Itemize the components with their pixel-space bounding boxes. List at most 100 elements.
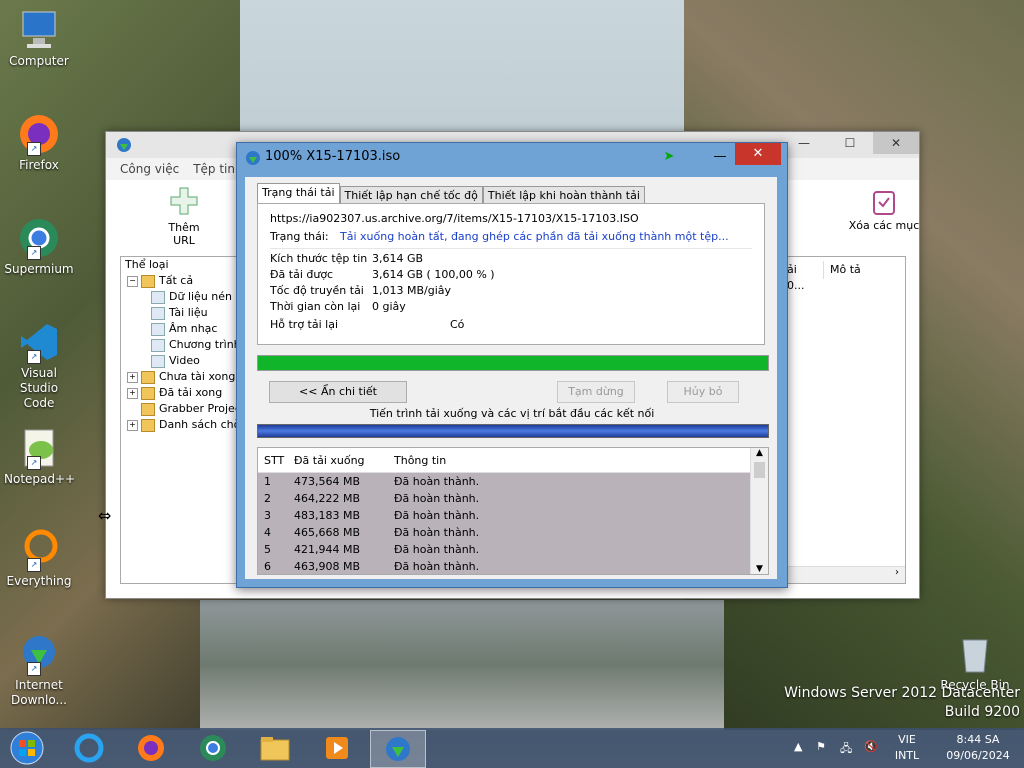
connections-bar <box>257 424 769 438</box>
keyboard-layout: INTL <box>894 749 920 762</box>
action-center-flag-icon[interactable]: ⚑ <box>816 740 826 753</box>
table-row[interactable]: 5 421,944 MB Đã hoàn thành. <box>258 541 768 558</box>
tree-item[interactable]: − Tất cả <box>121 273 241 289</box>
hide-details-button[interactable]: << Ẩn chi tiết <box>269 381 407 403</box>
expand-icon[interactable]: + <box>127 371 138 383</box>
info-value-file-size: 3,614 GB <box>372 252 424 265</box>
divider <box>270 248 752 249</box>
delete-entries-label: Xóa các mục <box>848 219 920 232</box>
taskbar-firefox[interactable] <box>124 730 178 766</box>
table-row[interactable]: 6 463,908 MB Đã hoàn thành. <box>258 558 768 574</box>
expand-icon[interactable]: + <box>127 419 138 431</box>
start-button[interactable] <box>0 730 54 766</box>
expand-icon[interactable]: + <box>127 387 138 399</box>
table-row[interactable]: 2 464,222 MB Đã hoàn thành. <box>258 490 768 507</box>
info-label-resume: Hỗ trợ tải lại <box>270 318 339 331</box>
desktop-icon-label: Firefox <box>19 158 59 172</box>
scroll-up-icon[interactable]: ▲ <box>751 448 768 462</box>
desktop-icon-supermium[interactable]: ↗ Supermium <box>4 216 74 277</box>
desktop-icon-notepadpp[interactable]: ↗ Notepad++ <box>4 426 75 487</box>
clock[interactable]: 8:44 SA 09/06/2024 <box>940 733 1016 762</box>
tree-item[interactable]: + Danh sách chờ <box>121 417 241 433</box>
table-cell: 463,908 MB <box>294 560 361 573</box>
vertical-scrollbar[interactable]: ▲ ▼ <box>750 448 768 574</box>
tree-item[interactable]: Âm nhạc <box>121 321 241 337</box>
minimize-button[interactable]: — <box>707 143 733 171</box>
menu-item-file[interactable]: Tệp tin <box>193 162 235 176</box>
folder-icon <box>141 418 155 432</box>
tree-item-label: Video <box>169 354 200 367</box>
tree-item[interactable]: + Đã tải xong <box>121 385 241 401</box>
tab-download-status[interactable]: Trạng thái tải <box>257 183 340 204</box>
file-type-icon <box>151 290 165 304</box>
info-label-transfer-rate: Tốc độ truyền tải <box>270 284 364 297</box>
folder-icon <box>141 370 155 384</box>
menu-item-tasks[interactable]: Công việc <box>120 162 179 176</box>
scroll-down-icon[interactable]: ▼ <box>751 564 768 574</box>
minimize-to-tray-icon[interactable]: ➤ <box>657 143 681 171</box>
desktop-icon-everything[interactable]: ↗ Everything <box>4 528 74 589</box>
collapse-icon[interactable]: − <box>127 275 138 287</box>
dialog-titlebar[interactable]: 100% X15-17103.iso ➤ — ✕ <box>237 143 787 171</box>
desktop-icon-computer[interactable]: Computer <box>4 8 74 69</box>
col-header-downloaded[interactable]: Đã tải xuống <box>294 454 394 467</box>
tree-item[interactable]: Video <box>121 353 241 369</box>
taskbar-idm[interactable] <box>370 730 426 768</box>
list-header-status[interactable]: ải <box>783 261 823 279</box>
col-header-info[interactable]: Thông tin <box>394 454 694 467</box>
tab-speed-limiter[interactable]: Thiết lập hạn chế tốc độ <box>339 186 483 204</box>
network-icon[interactable]: 🖧 <box>840 740 852 759</box>
table-row[interactable]: 1 473,564 MB Đã hoàn thành. <box>258 473 768 490</box>
cancel-button[interactable]: Hủy bỏ <box>667 381 739 403</box>
table-row[interactable]: 4 465,668 MB Đã hoàn thành. <box>258 524 768 541</box>
volume-muted-icon[interactable]: 🔇 <box>864 740 878 753</box>
shortcut-arrow-icon: ↗ <box>27 456 41 470</box>
list-header-description[interactable]: Mô tả <box>823 261 861 279</box>
input-language-indicator[interactable]: VIE INTL <box>892 733 922 762</box>
computer-icon <box>17 8 61 52</box>
tree-item[interactable]: + Chưa tài xong <box>121 369 241 385</box>
table-cell: Đã hoàn thành. <box>394 475 480 488</box>
connections-table[interactable]: STT Đã tải xuống Thông tin 1 473,564 MB Đã… <box>257 447 769 575</box>
table-row[interactable]: 3 483,183 MB Đã hoàn thành. <box>258 507 768 524</box>
info-value-time-left: 0 giây <box>372 300 406 313</box>
download-list[interactable]: ải Mô tả 0... › <box>782 256 906 584</box>
list-row[interactable]: 0... <box>783 279 905 292</box>
scroll-right-icon[interactable]: › <box>895 567 899 578</box>
info-label-time-left: Thời gian còn lại <box>270 300 361 313</box>
maximize-button[interactable]: ☐ <box>827 132 873 154</box>
taskbar-supermium[interactable] <box>186 730 240 766</box>
tree-item[interactable]: Dữ liệu nén <box>121 289 241 305</box>
close-button[interactable]: ✕ <box>873 132 919 154</box>
taskbar-media-player[interactable] <box>310 730 364 766</box>
tree-item[interactable]: Tài liệu <box>121 305 241 321</box>
table-cell: 2 <box>264 492 271 505</box>
download-progress-dialog[interactable]: 100% X15-17103.iso ➤ — ✕ Trạng thái tải … <box>236 142 788 588</box>
tree-item[interactable]: Grabber Projects <box>121 401 241 417</box>
horizontal-scrollbar[interactable]: › <box>783 566 905 583</box>
tree-item-label: Tất cả <box>159 274 194 287</box>
add-url-button[interactable]: Thêm URL <box>156 186 212 247</box>
pause-button[interactable]: Tạm dừng <box>557 381 635 403</box>
table-cell: 464,222 MB <box>294 492 361 505</box>
taskbar-file-explorer[interactable] <box>248 730 302 766</box>
delete-entries-button[interactable]: Xóa các mục <box>844 186 924 232</box>
category-tree[interactable]: Thể loại − Tất cả Dữ liệu nén Tài liệu Âm nh… <box>120 256 242 584</box>
firefox-icon: ↗ <box>17 112 61 156</box>
table-cell: Đã hoàn thành. <box>394 543 480 556</box>
desktop-icon-vscode[interactable]: ↗ Visual Studio Code <box>4 320 74 411</box>
recycle-bin-icon <box>953 632 997 676</box>
close-button[interactable]: ✕ <box>735 143 781 165</box>
taskbar-internet-explorer[interactable] <box>62 730 116 766</box>
tab-on-complete[interactable]: Thiết lập khi hoàn thành tải <box>482 186 645 204</box>
desktop-icon-idm[interactable]: ↗ Internet Downlo... <box>4 632 74 708</box>
scroll-thumb[interactable] <box>754 462 765 478</box>
tree-item[interactable]: Chương trình <box>121 337 241 353</box>
table-header: STT Đã tải xuống Thông tin <box>258 448 768 473</box>
show-hidden-icons-icon[interactable]: ▲ <box>794 740 802 753</box>
col-header-no[interactable]: STT <box>258 454 294 467</box>
status-panel: https://ia902307.us.archive.org/7/items/… <box>257 203 765 345</box>
idm-app-icon <box>245 149 261 177</box>
info-value-transfer-rate: 1,013 MB/giây <box>372 284 452 297</box>
desktop-icon-firefox[interactable]: ↗ Firefox <box>4 112 74 173</box>
